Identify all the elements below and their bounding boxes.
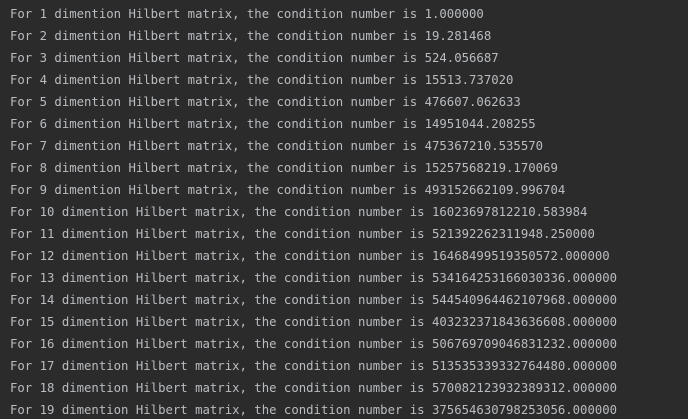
console-line: For 10 dimention Hilbert matrix, the con…: [10, 205, 588, 219]
console-line: For 4 dimention Hilbert matrix, the cond…: [10, 73, 514, 87]
console-line: For 12 dimention Hilbert matrix, the con…: [10, 249, 610, 263]
console-line: For 14 dimention Hilbert matrix, the con…: [10, 293, 618, 307]
console-line: For 15 dimention Hilbert matrix, the con…: [10, 315, 618, 329]
console-line: For 6 dimention Hilbert matrix, the cond…: [10, 117, 536, 131]
console-line: For 11 dimention Hilbert matrix, the con…: [10, 227, 595, 241]
console-line: For 17 dimention Hilbert matrix, the con…: [10, 359, 618, 373]
console-output[interactable]: For 1 dimention Hilbert matrix, the cond…: [0, 0, 688, 419]
console-line: For 3 dimention Hilbert matrix, the cond…: [10, 51, 499, 65]
console-line: For 7 dimention Hilbert matrix, the cond…: [10, 139, 544, 153]
console-line: For 16 dimention Hilbert matrix, the con…: [10, 337, 618, 351]
console-line: For 2 dimention Hilbert matrix, the cond…: [10, 29, 492, 43]
console-line: For 9 dimention Hilbert matrix, the cond…: [10, 183, 566, 197]
console-line: For 18 dimention Hilbert matrix, the con…: [10, 381, 618, 395]
console-line: For 8 dimention Hilbert matrix, the cond…: [10, 161, 558, 175]
console-line: For 13 dimention Hilbert matrix, the con…: [10, 271, 618, 285]
console-line: For 19 dimention Hilbert matrix, the con…: [10, 403, 618, 417]
console-line: For 5 dimention Hilbert matrix, the cond…: [10, 95, 521, 109]
console-line: For 1 dimention Hilbert matrix, the cond…: [10, 7, 484, 21]
